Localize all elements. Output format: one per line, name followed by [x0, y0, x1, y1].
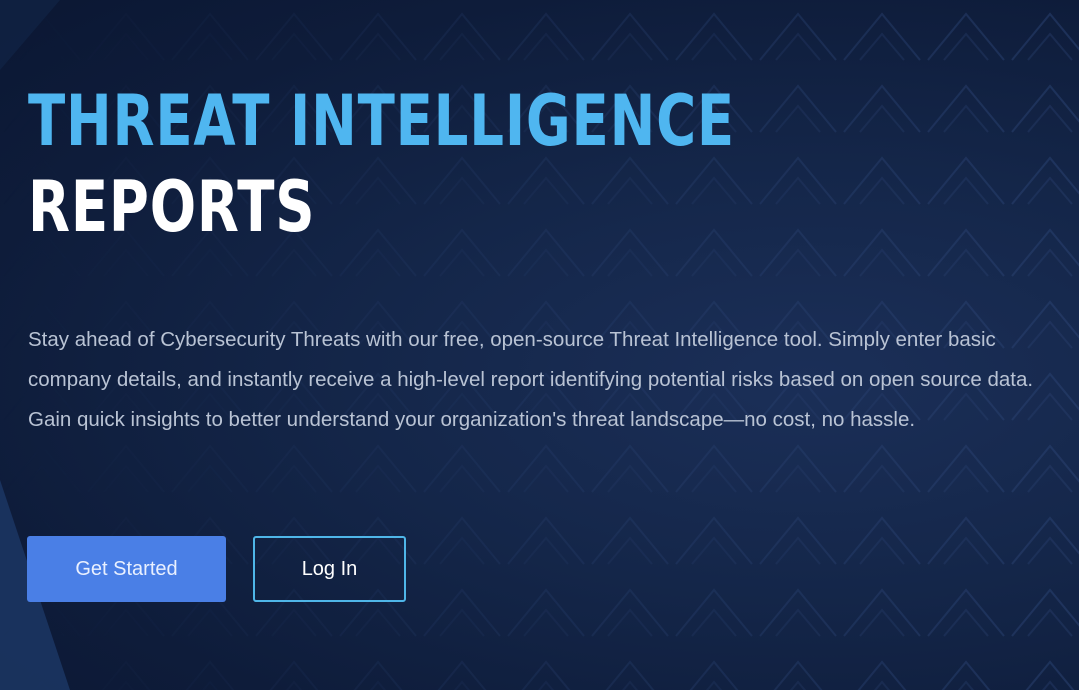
title-reports: REPORTS [28, 166, 316, 248]
get-started-button[interactable]: Get Started [27, 536, 226, 602]
log-in-button[interactable]: Log In [253, 536, 406, 602]
hero-heading: THREAT INTELLIGENCE REPORTS [28, 78, 1068, 250]
title-threat-intelligence: THREAT INTELLIGENCE [28, 80, 736, 162]
hero-description: Stay ahead of Cybersecurity Threats with… [28, 328, 1034, 431]
